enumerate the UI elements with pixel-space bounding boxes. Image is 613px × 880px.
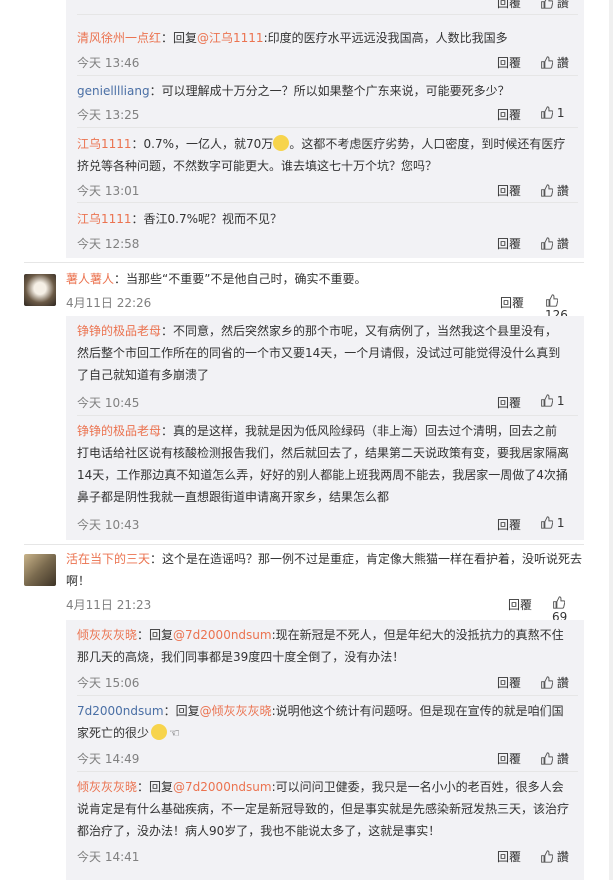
mention-link[interactable]: @江乌1111	[197, 31, 264, 45]
timestamp: 今天 13:46	[77, 56, 140, 70]
reply-button[interactable]: 回覆	[497, 848, 521, 865]
timestamp: 4月11日 22:26	[66, 296, 152, 310]
username-link[interactable]: 倾灰灰灰晓	[77, 780, 137, 794]
timestamp: 4月11日 21:23	[66, 598, 152, 612]
reply-thread-3: 倾灰灰灰晓：回复@7d2000ndsum:现在新冠是不死人，但是年纪大的没抵抗力…	[66, 620, 584, 880]
like-button[interactable]: 讚	[540, 54, 569, 71]
like-button[interactable]: 讚	[540, 182, 569, 199]
username-link[interactable]: 江乌1111	[77, 137, 132, 151]
reply-button[interactable]: 回覆	[500, 294, 524, 311]
thumbs-up-icon	[541, 237, 553, 250]
reply-button[interactable]: 回覆	[508, 596, 532, 613]
thumbs-up-icon	[541, 850, 553, 863]
timestamp: 今天 13:25	[77, 108, 140, 122]
surprised-emoji-icon	[151, 724, 168, 740]
like-button[interactable]: 讚	[540, 674, 569, 691]
thumbs-up-icon	[541, 516, 553, 529]
timestamp: 今天 14:41	[77, 850, 140, 864]
like-button[interactable]: 讚	[540, 0, 569, 11]
timestamp: 今天 15:06	[77, 676, 140, 690]
reply-button[interactable]: 回覆	[497, 674, 521, 691]
reply-thread-2: 铮铮的极品老母：不同意，然后突然家乡的那个市呢，又有病例了，当然我这个县里没有，…	[66, 316, 584, 540]
mention-link[interactable]: @倾灰灰灰晓	[200, 704, 272, 718]
thumbs-up-icon	[541, 676, 553, 689]
username-link[interactable]: 薯人薯人	[66, 272, 114, 286]
timestamp: 今天 14:49	[77, 752, 140, 766]
thumbs-up-icon	[541, 56, 553, 69]
username-link[interactable]: 铮铮的极品老母	[77, 424, 161, 438]
reply-button[interactable]: 回覆	[497, 106, 521, 123]
pointing-hand-icon: ☜	[169, 726, 180, 740]
thumbs-up-icon	[541, 184, 553, 197]
timestamp: 今天 12:58	[77, 237, 140, 251]
timestamp: 今天 10:45	[77, 396, 140, 410]
username-link[interactable]: genielllliang	[77, 84, 150, 98]
avatar[interactable]	[24, 274, 56, 306]
reply-button[interactable]: 回覆	[497, 516, 521, 533]
like-button[interactable]: 1	[540, 394, 564, 408]
avatar[interactable]	[24, 554, 56, 586]
thumbs-up-icon	[553, 596, 565, 609]
username-link[interactable]: 铮铮的极品老母	[77, 324, 161, 338]
like-button[interactable]: 讚	[540, 235, 569, 252]
timestamp: 今天 13:01	[77, 184, 140, 198]
thumbs-up-icon	[541, 394, 553, 407]
username-link[interactable]: 7d2000ndsum	[77, 704, 164, 718]
thumbs-up-icon	[546, 294, 558, 307]
username-link[interactable]: 清风徐州一点红	[77, 31, 161, 45]
grin-emoji-icon	[273, 135, 290, 151]
like-button[interactable]: 1	[540, 106, 564, 120]
username-link[interactable]: 活在当下的三天	[66, 552, 150, 566]
thumbs-up-icon	[541, 0, 553, 9]
username-link[interactable]: 倾灰灰灰晓	[77, 628, 137, 642]
reply-button[interactable]: 回覆	[497, 182, 521, 199]
like-button[interactable]: 讚	[540, 848, 569, 865]
mention-link[interactable]: @7d2000ndsum	[173, 628, 272, 642]
mention-link[interactable]: @7d2000ndsum	[173, 780, 272, 794]
reply-button[interactable]: 回覆	[497, 394, 521, 411]
reply-button[interactable]: 回覆	[497, 235, 521, 252]
like-button[interactable]: 讚	[540, 750, 569, 767]
scrollbar[interactable]	[609, 0, 613, 880]
thumbs-up-icon	[541, 752, 553, 765]
divider	[24, 544, 584, 545]
reply-button[interactable]: 回覆	[497, 0, 521, 11]
reply-button[interactable]: 回覆	[497, 750, 521, 767]
timestamp: 今天 10:43	[77, 518, 140, 532]
reply-button[interactable]: 回覆	[497, 54, 521, 71]
username-link[interactable]: 江乌1111	[77, 212, 132, 226]
divider	[24, 262, 584, 263]
thumbs-up-icon	[541, 106, 553, 119]
reply-thread-1: 回覆 讚 清风徐州一点红：回复@江乌1111:印度的医疗水平远远没我国高，人数比…	[66, 0, 584, 258]
like-button[interactable]: 1	[540, 516, 564, 530]
